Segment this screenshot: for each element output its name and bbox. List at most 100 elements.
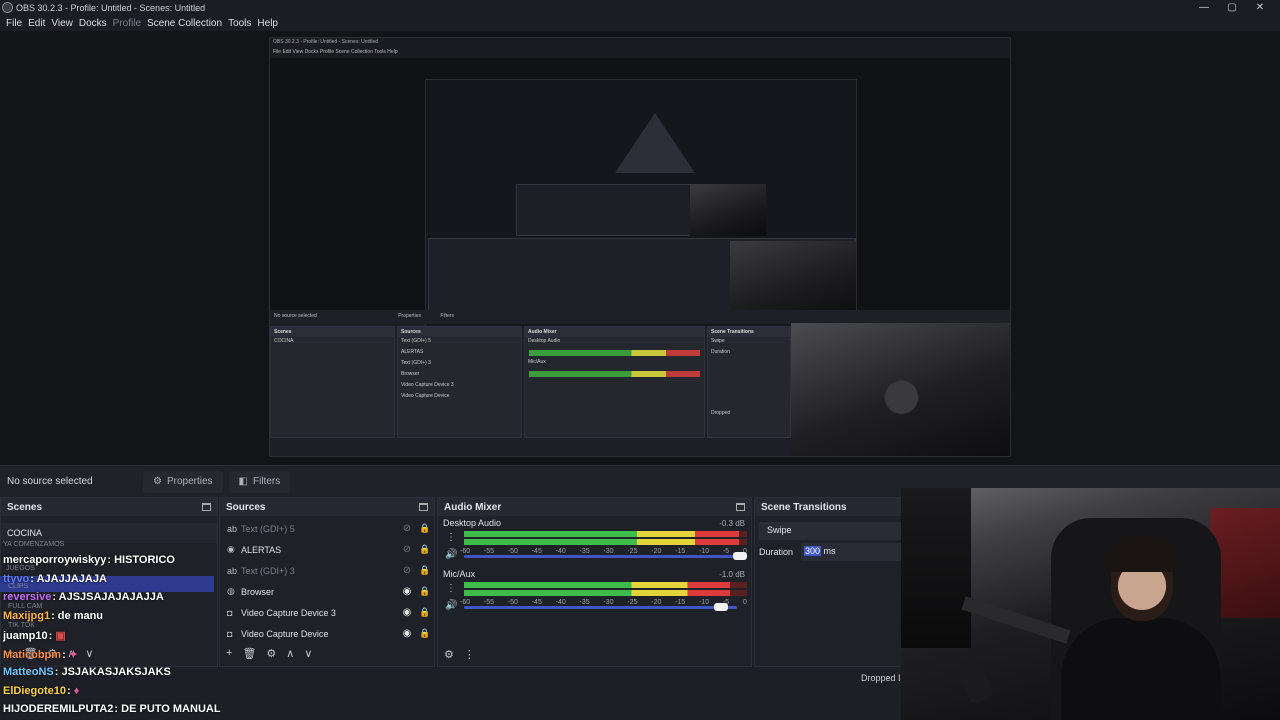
move-up-icon[interactable]: ∧ <box>286 647 294 660</box>
source-item[interactable]: ◉ ALERTAS ⊘ 🔒 <box>220 539 434 560</box>
add-source-icon[interactable]: + <box>226 647 232 660</box>
nested-title: OBS 30.2.3 - Profile: Untitled - Scenes:… <box>273 39 379 45</box>
volume-knob[interactable] <box>733 552 747 560</box>
scene-item-cocina[interactable]: COCINA <box>1 523 217 543</box>
nested-obs-capture: OBS 30.2.3 - Profile: Untitled - Scenes:… <box>269 37 1011 457</box>
filter-icon: ◧ <box>238 476 248 487</box>
mixer-menu-icon[interactable]: ⋮ <box>464 648 475 661</box>
chat-message: ElDiegote10: ♦ <box>3 685 80 697</box>
properties-button[interactable]: ⚙ Properties <box>143 470 223 493</box>
eye-icon[interactable]: ◉ <box>398 586 416 597</box>
streamer-hair <box>1106 536 1178 572</box>
source-item[interactable]: ◘ Video Capture Device 3 ◉ 🔒 <box>220 602 434 623</box>
eye-hidden-icon[interactable]: ⊘ <box>398 565 416 576</box>
chat-message: juamp10: ▣ <box>3 630 66 642</box>
meter-tick-label: -10 <box>699 548 710 555</box>
remove-source-icon[interactable]: 🗑 <box>242 647 256 660</box>
lock-icon[interactable]: 🔒 <box>416 523 434 534</box>
channel-name: Desktop Audio <box>443 518 502 528</box>
minimize-icon[interactable]: — <box>1190 0 1218 15</box>
duration-input[interactable]: 300 ms <box>801 543 905 561</box>
lock-icon[interactable]: 🔒 <box>416 628 434 639</box>
maximize-icon[interactable]: ▢ <box>1218 0 1246 15</box>
background-window <box>901 488 971 648</box>
source-item[interactable]: ◍ Browser ◉ 🔒 <box>220 581 434 602</box>
eye-icon[interactable]: ◉ <box>398 628 416 639</box>
text-icon: ab <box>227 523 238 534</box>
menu-tools[interactable]: Tools <box>228 18 251 29</box>
source-item[interactable]: ab Text (GDI+) 5 ⊘ 🔒 <box>220 518 434 539</box>
meter-tick-label: -15 <box>675 548 686 555</box>
duration-label: Duration <box>759 547 794 557</box>
nested-preview <box>270 58 1010 327</box>
emote-icon: ✦ <box>68 649 79 661</box>
lock-icon[interactable]: 🔒 <box>416 544 434 555</box>
filters-button[interactable]: ◧ Filters <box>228 470 291 493</box>
meter-tick-label: -35 <box>579 599 590 606</box>
eye-hidden-icon[interactable]: ⊘ <box>398 544 416 555</box>
channel-menu-icon[interactable]: ⋮ <box>446 583 456 594</box>
nested-sources-panel: Sources Text (GDI+) 5 ALERTAS Text (GDI+… <box>397 326 522 438</box>
meter-tick-label: -30 <box>603 548 614 555</box>
menu-scene-collection[interactable]: Scene Collection <box>147 18 222 29</box>
menu-view[interactable]: View <box>51 18 73 29</box>
chat-message: mercaporroywiskyy: HISTORICO <box>3 554 175 566</box>
nested-transitions-panel: Scene Transitions Swipe Duration Dropped <box>707 326 791 438</box>
lock-icon[interactable]: 🔒 <box>416 607 434 618</box>
speaker-icon[interactable]: 🔊 <box>445 549 457 560</box>
scene-list-text: FULL CAM <box>8 603 43 610</box>
eye-hidden-icon[interactable]: ⊘ <box>398 523 416 534</box>
scene-list-text: JUEGOS <box>6 565 35 572</box>
menu-profile[interactable]: Profile <box>113 18 141 29</box>
transition-select[interactable]: Swipe <box>759 522 905 540</box>
meter-tick-label: -25 <box>627 599 638 606</box>
camera-icon: ◘ <box>227 628 233 639</box>
close-icon[interactable]: ✕ <box>1246 0 1274 15</box>
move-down-icon[interactable]: ∨ <box>85 647 93 660</box>
scene-list-text: TIK TOK <box>8 622 35 629</box>
volume-knob[interactable] <box>713 603 728 611</box>
menu-file[interactable]: File <box>6 18 22 29</box>
meter-tick-label: -50 <box>507 548 518 555</box>
channel-name: Mic/Aux <box>443 569 476 579</box>
audio-mixer-dock: Audio Mixer Desktop Audio -0.3 dB ⋮ -60 -… <box>437 497 752 667</box>
source-item[interactable]: ◘ Video Capture Device ◉ 🔒 <box>220 623 434 644</box>
dropped-frames-stat: Dropped I <box>861 673 901 683</box>
menu-help[interactable]: Help <box>257 18 278 29</box>
nested-webcam <box>791 323 1010 456</box>
volume-slider[interactable] <box>464 552 747 560</box>
globe-icon: ◍ <box>227 586 235 596</box>
nested-webcam-tiny <box>690 184 766 236</box>
scene-list-text: YA COMENZAMOS <box>3 541 65 548</box>
camera-icon: ◘ <box>227 607 233 618</box>
chat-message: MatteoNS: JSJAKASJAKSJAKS <box>3 666 171 678</box>
volume-meter <box>464 531 747 537</box>
source-item[interactable]: ab Text (GDI+) 3 ⊘ 🔒 <box>220 560 434 581</box>
recursive-capture-shape <box>615 113 695 173</box>
scene-transitions-dock: Scene Transitions Swipe Duration 300 ms <box>754 497 905 667</box>
channel-menu-icon[interactable]: ⋮ <box>446 532 456 543</box>
meter-tick-label: -25 <box>627 548 638 555</box>
menu-docks[interactable]: Docks <box>79 18 107 29</box>
transitions-header: Scene Transitions <box>755 498 903 516</box>
advanced-audio-icon[interactable]: ⚙ <box>444 648 454 661</box>
meter-tick-label: -10 <box>699 599 710 606</box>
speaker-icon[interactable]: 🔊 <box>445 600 457 611</box>
meter-tick-label: -40 <box>555 548 566 555</box>
menu-edit[interactable]: Edit <box>28 18 45 29</box>
volume-meter <box>464 539 747 545</box>
volume-slider[interactable] <box>464 603 737 611</box>
meter-tick-label: -20 <box>651 548 662 555</box>
undock-icon[interactable] <box>736 503 745 511</box>
meter-tick-label: -45 <box>531 599 542 606</box>
undock-icon[interactable] <box>419 503 428 511</box>
source-properties-icon[interactable]: ⚙ <box>266 647 276 660</box>
text-icon: ab <box>227 565 238 576</box>
undock-icon[interactable] <box>202 503 211 511</box>
lock-icon[interactable]: 🔒 <box>416 565 434 576</box>
move-down-icon[interactable]: ∨ <box>304 647 312 660</box>
eye-icon[interactable]: ◉ <box>398 607 416 618</box>
sources-dock-header: Sources <box>220 498 434 516</box>
chat-message: Maticobpm: ✦ <box>3 649 79 661</box>
lock-icon[interactable]: 🔒 <box>416 586 434 597</box>
